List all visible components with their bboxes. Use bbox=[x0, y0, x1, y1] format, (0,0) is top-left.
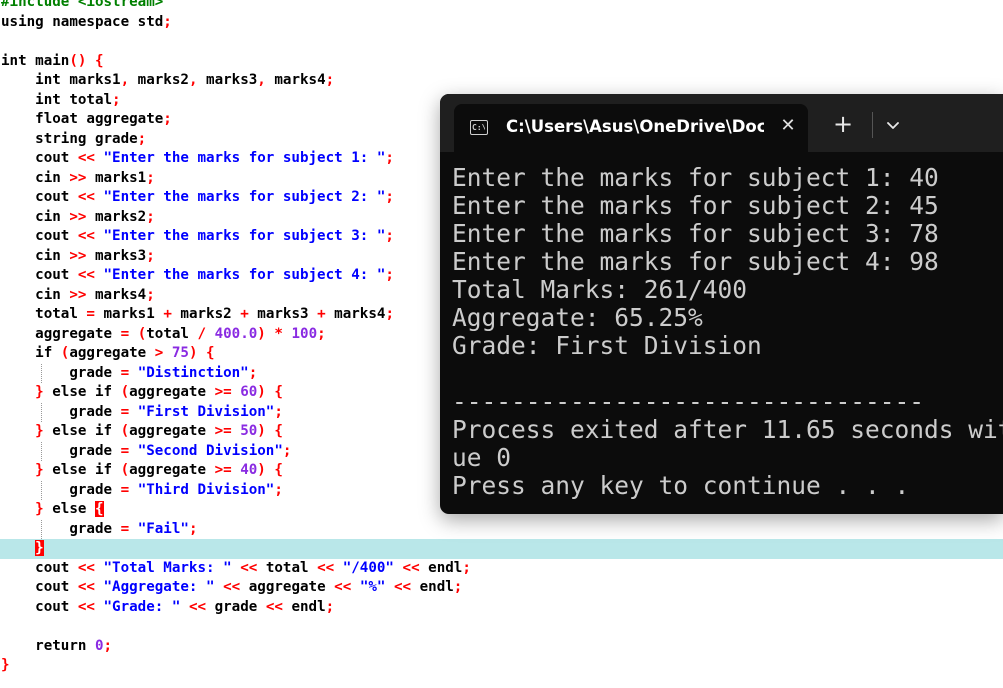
svg-text:C:\: C:\ bbox=[472, 123, 485, 132]
indent-guide bbox=[41, 519, 42, 539]
code-line[interactable]: using namespace std; bbox=[0, 13, 1003, 33]
code-line[interactable]: int main() { bbox=[0, 52, 1003, 72]
code-line[interactable]: cout << "Total Marks: " << total << "/40… bbox=[0, 559, 1003, 579]
console-icon: C:\ bbox=[470, 120, 488, 135]
code-line[interactable]: cout << "Aggregate: " << aggregate << "%… bbox=[0, 578, 1003, 598]
code-line[interactable]: cout << "Grade: " << grade << endl; bbox=[0, 598, 1003, 618]
terminal-output-line: Enter the marks for subject 3: 78 bbox=[452, 219, 939, 248]
terminal-output-line: ue 0 bbox=[452, 443, 512, 472]
code-line[interactable]: int marks1, marks2, marks3, marks4; bbox=[0, 71, 1003, 91]
chevron-down-icon[interactable] bbox=[880, 112, 906, 138]
terminal-titlebar[interactable]: C:\ C:\Users\Asus\OneDrive\Docu ✕ + bbox=[440, 94, 1003, 152]
titlebar-divider bbox=[872, 112, 873, 138]
terminal-output-line: Total Marks: 261/400 bbox=[452, 275, 748, 304]
terminal-tab[interactable]: C:\ C:\Users\Asus\OneDrive\Docu ✕ bbox=[454, 104, 808, 152]
terminal-output-line: Process exited after 11.65 seconds with bbox=[452, 415, 1003, 444]
code-line[interactable] bbox=[0, 617, 1003, 637]
terminal-window[interactable]: C:\ C:\Users\Asus\OneDrive\Docu ✕ + Ente… bbox=[440, 94, 1003, 514]
terminal-output-line: Press any key to continue . . . bbox=[452, 471, 910, 500]
code-line[interactable]: grade = "Fail"; bbox=[0, 520, 1003, 540]
code-line[interactable]: #include <iostream> bbox=[0, 0, 1003, 13]
code-line[interactable] bbox=[0, 32, 1003, 52]
terminal-output-line: Aggregate: 65.25% bbox=[452, 303, 703, 332]
indent-guide bbox=[41, 480, 42, 500]
terminal-output-line: Enter the marks for subject 2: 45 bbox=[452, 191, 939, 220]
tab-title: C:\Users\Asus\OneDrive\Docu bbox=[506, 117, 764, 136]
indent-guide bbox=[41, 363, 42, 383]
terminal-output-line: Enter the marks for subject 1: 40 bbox=[452, 163, 939, 192]
close-icon[interactable]: ✕ bbox=[776, 114, 800, 138]
terminal-output-line: Enter the marks for subject 4: 98 bbox=[452, 247, 939, 276]
code-line[interactable]: } bbox=[0, 656, 1003, 676]
indent-guide bbox=[41, 402, 42, 422]
terminal-output-line: -------------------------------- bbox=[452, 387, 925, 416]
code-line[interactable]: return 0; bbox=[0, 637, 1003, 657]
indent-guide bbox=[41, 441, 42, 461]
terminal-output[interactable]: Enter the marks for subject 1: 40 Enter t… bbox=[452, 164, 1003, 500]
code-line[interactable]: } bbox=[0, 539, 1003, 559]
new-tab-button[interactable]: + bbox=[830, 112, 856, 138]
terminal-output-line: Grade: First Division bbox=[452, 331, 762, 360]
